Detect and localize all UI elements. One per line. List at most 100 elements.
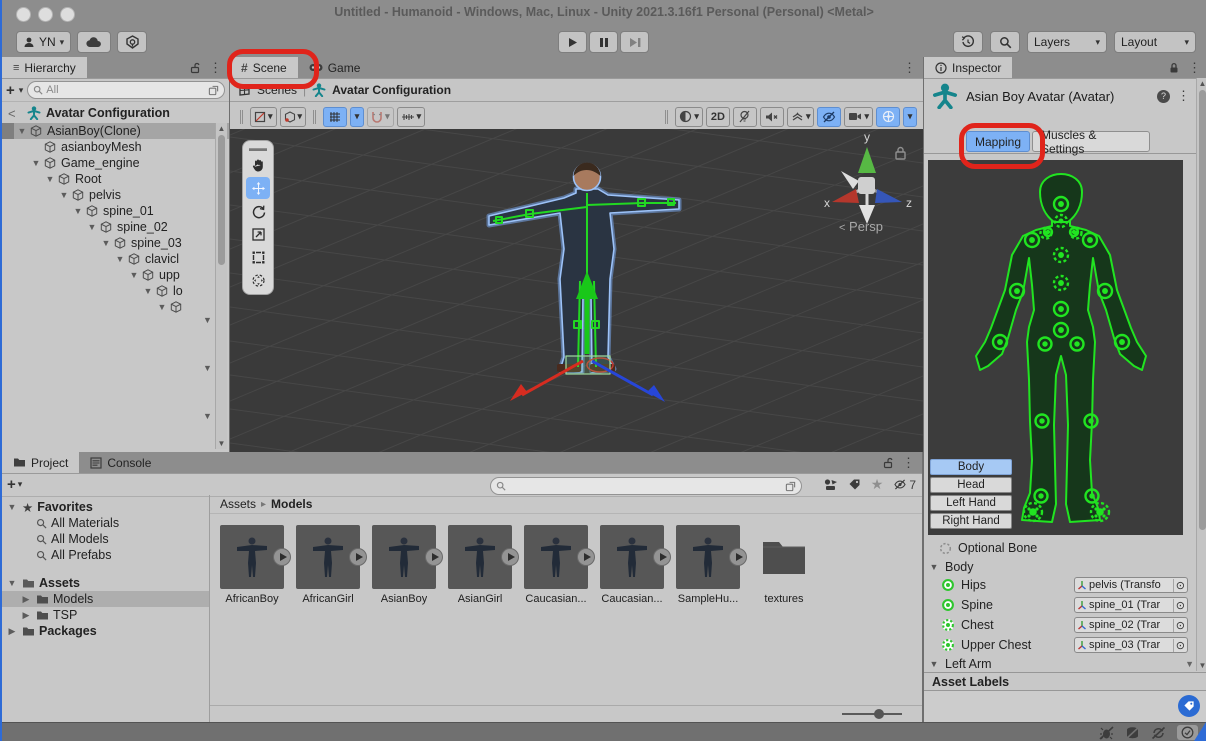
2d-mode-toggle[interactable]: 2D xyxy=(706,107,730,127)
expand-icon[interactable]: ▼ xyxy=(156,302,168,312)
inspector-context-menu-icon[interactable]: ⋮ xyxy=(1177,88,1190,104)
scene-menu-icon[interactable]: ⋮ xyxy=(903,60,916,76)
asset-thumbnail[interactable] xyxy=(676,525,740,589)
packages-root[interactable]: ▶Packages xyxy=(2,623,209,639)
tab-game[interactable]: Game xyxy=(298,57,372,78)
asset-thumbnail[interactable] xyxy=(752,525,816,589)
expand-icon[interactable]: ▼ xyxy=(100,238,112,248)
create-object-button[interactable]: + xyxy=(6,83,15,98)
hierarchy-search-input[interactable]: All xyxy=(27,81,225,99)
thumbnail-zoom-slider[interactable] xyxy=(842,713,902,715)
tab-mapping[interactable]: Mapping xyxy=(966,131,1030,152)
favorite-search-icon[interactable]: ★ xyxy=(871,476,884,493)
expand-icon[interactable]: ▼ xyxy=(142,286,154,296)
hidden-objects-toggle[interactable] xyxy=(817,107,841,127)
camera-settings-dropdown[interactable]: ▾ xyxy=(844,107,873,127)
expand-icon[interactable]: ▼ xyxy=(72,206,84,216)
tree-item-root[interactable]: ▼Root xyxy=(2,171,229,187)
expand-asset-icon[interactable] xyxy=(653,548,671,566)
scene-audio-toggle[interactable] xyxy=(760,107,784,127)
expand-icon[interactable]: ▼ xyxy=(128,270,140,280)
scale-tool[interactable] xyxy=(246,223,270,245)
asset-item-asianboy[interactable]: AsianBoy xyxy=(372,525,436,605)
bone-object-field[interactable]: spine_02 (Trar⊙ xyxy=(1074,617,1188,633)
pickability-toggle[interactable]: ▾ xyxy=(250,107,277,127)
search-everything-button[interactable] xyxy=(990,31,1020,53)
undo-history-button[interactable] xyxy=(953,31,983,53)
part-button-body[interactable]: Body xyxy=(930,459,1012,475)
asset-thumbnail[interactable] xyxy=(220,525,284,589)
add-label-button[interactable] xyxy=(1178,695,1200,717)
favorite-item-all-materials[interactable]: All Materials xyxy=(2,515,209,531)
shading-mode-dropdown[interactable]: ▾ xyxy=(675,107,703,127)
section-body[interactable]: ▼Body xyxy=(924,558,1206,575)
tree-item-asianboymesh[interactable]: asianboyMesh xyxy=(2,139,229,155)
hierarchy-scrollbar[interactable]: ▲ ▼ xyxy=(215,123,227,449)
asset-thumbnail[interactable] xyxy=(448,525,512,589)
asset-item-africangirl[interactable]: AfricanGirl xyxy=(296,525,360,605)
tree-item-spine-03[interactable]: ▼spine_03 xyxy=(2,235,229,251)
asset-item-caucasian[interactable]: Caucasian... xyxy=(600,525,664,605)
expand-asset-icon[interactable] xyxy=(425,548,443,566)
search-by-type-icon[interactable] xyxy=(823,478,838,491)
part-button-left-hand[interactable]: Left Hand xyxy=(930,495,1012,511)
hidden-count-toggle[interactable]: 7 xyxy=(893,478,916,492)
rect-tool[interactable] xyxy=(246,246,270,268)
cloud-services-button[interactable] xyxy=(77,31,111,53)
gizmos-dropdown[interactable]: ▾ xyxy=(903,107,917,127)
transform-tool[interactable] xyxy=(246,269,270,291)
tab-scene[interactable]: # Scene xyxy=(230,57,298,78)
tree-item-spine-02[interactable]: ▼spine_02 xyxy=(2,219,229,235)
folder-item-tsp[interactable]: ▶TSP xyxy=(2,607,209,623)
version-control-button[interactable] xyxy=(117,31,147,53)
effects-dropdown[interactable]: ▾ xyxy=(787,107,815,127)
measure-tool-dropdown[interactable]: ▾ xyxy=(397,107,426,127)
tab-console[interactable]: Console xyxy=(79,452,162,473)
scene-visibility-toggle[interactable]: ▾ xyxy=(280,107,307,127)
breadcrumb-scenes[interactable]: Scenes xyxy=(257,83,297,97)
layout-dropdown[interactable]: Layout▾ xyxy=(1114,31,1196,53)
orientation-gizmo[interactable]: y x z xyxy=(824,130,912,224)
grid-settings-dropdown[interactable]: ▾ xyxy=(350,107,364,127)
lock-icon[interactable] xyxy=(1168,62,1180,74)
tab-muscles-settings[interactable]: Muscles & Settings xyxy=(1032,131,1150,152)
back-button[interactable]: < xyxy=(8,106,22,121)
expand-asset-icon[interactable] xyxy=(501,548,519,566)
step-button[interactable] xyxy=(620,31,649,53)
projection-label[interactable]: < Persp xyxy=(839,219,883,234)
favorite-item-all-models[interactable]: All Models xyxy=(2,531,209,547)
tree-item-spine-01[interactable]: ▼spine_01 xyxy=(2,203,229,219)
rotate-tool[interactable] xyxy=(246,200,270,222)
tree-item-asianboy-clone-[interactable]: ▼AsianBoy(Clone) xyxy=(2,123,229,139)
asset-thumbnail[interactable] xyxy=(296,525,360,589)
collab-sync-disabled-icon[interactable] xyxy=(1151,726,1166,740)
object-picker-icon[interactable]: ⊙ xyxy=(1173,599,1185,612)
project-search-input[interactable] xyxy=(490,477,802,495)
grid-visibility-toggle[interactable] xyxy=(323,107,347,127)
create-asset-button[interactable]: + xyxy=(7,477,16,492)
create-dropdown-icon[interactable]: ▾ xyxy=(19,86,24,95)
asset-thumbnail[interactable] xyxy=(524,525,588,589)
unlock-icon[interactable] xyxy=(189,62,201,74)
scene-lighting-toggle[interactable] xyxy=(733,107,757,127)
tree-item-upp[interactable]: ▼upp xyxy=(2,267,229,283)
expand-asset-icon[interactable] xyxy=(729,548,747,566)
part-button-head[interactable]: Head xyxy=(930,477,1012,493)
hierarchy-menu-icon[interactable]: ⋮ xyxy=(209,60,222,76)
object-picker-icon[interactable]: ⊙ xyxy=(1173,579,1185,592)
tab-project[interactable]: Project xyxy=(2,452,79,473)
expand-icon[interactable]: ▼ xyxy=(114,254,126,264)
tree-item-pelvis[interactable]: ▼pelvis xyxy=(2,187,229,203)
expand-icon[interactable]: ▼ xyxy=(44,174,56,184)
assets-root[interactable]: ▼Assets xyxy=(2,575,209,591)
scroll-down-icon[interactable]: ▼ xyxy=(1185,659,1194,669)
bone-object-field[interactable]: spine_01 (Trar⊙ xyxy=(1074,597,1188,613)
section-left-arm[interactable]: ▼Left Arm ▼ xyxy=(924,655,1206,672)
search-by-label-icon[interactable] xyxy=(848,478,861,491)
breadcrumb-models[interactable]: Models xyxy=(271,497,312,511)
asset-item-samplehu[interactable]: SampleHu... xyxy=(676,525,740,605)
part-button-right-hand[interactable]: Right Hand xyxy=(930,513,1012,529)
snap-toggle[interactable]: ▾ xyxy=(367,107,394,127)
asset-labels-header[interactable]: Asset Labels xyxy=(924,672,1206,691)
bone-object-field[interactable]: spine_03 (Trar⊙ xyxy=(1074,637,1188,653)
